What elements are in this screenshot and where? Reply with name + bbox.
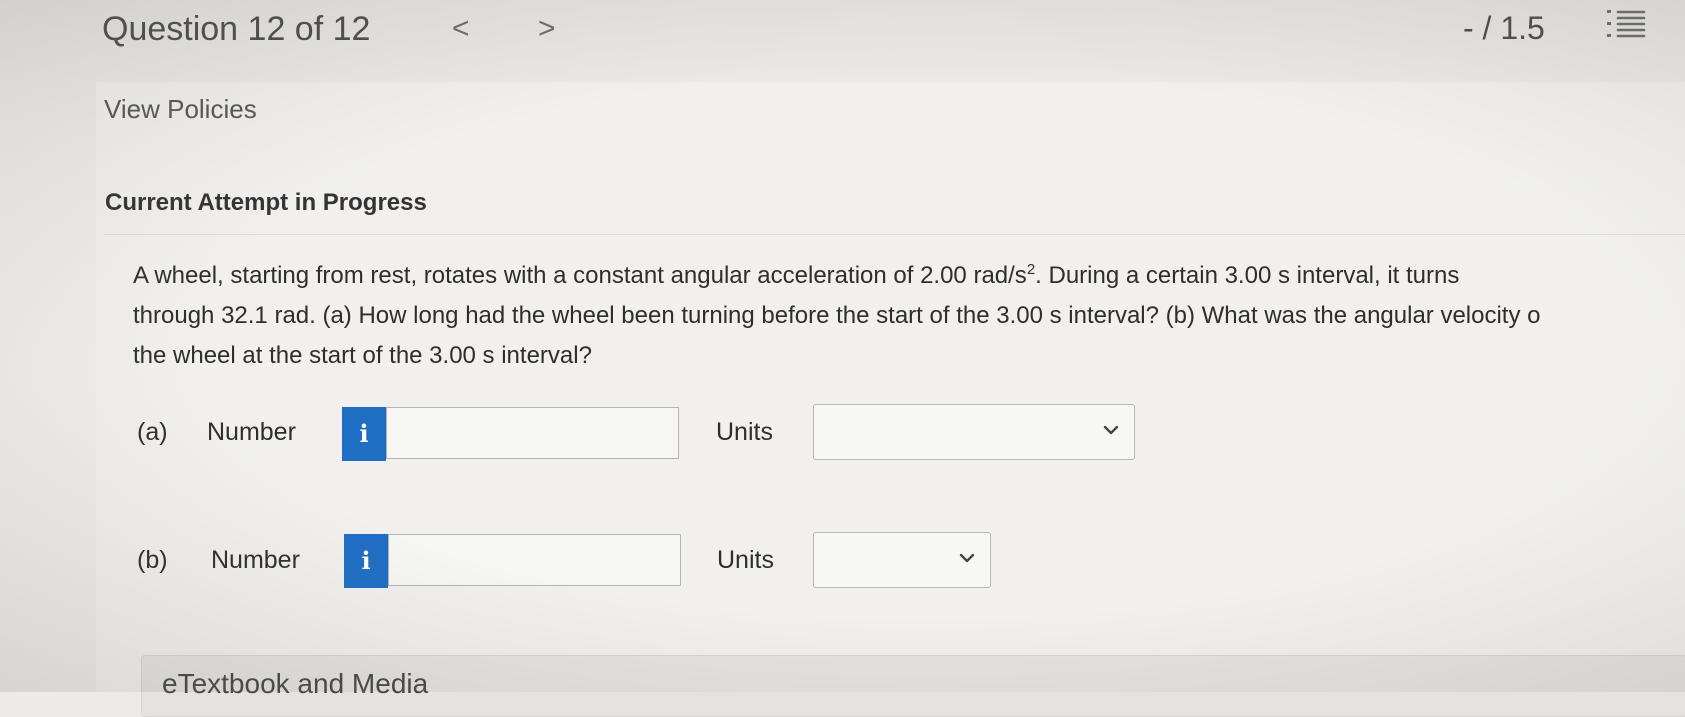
part-a-number-input[interactable] [386,407,679,459]
previous-question-button[interactable]: < [452,12,470,46]
part-b-label: (b) [137,546,168,574]
part-b-number-label: Number [211,546,300,574]
part-a-label: (a) [137,418,168,446]
part-b-info-button[interactable]: i [344,534,388,588]
part-a-number-label: Number [207,418,296,446]
part-a-units-label: Units [716,418,773,446]
question-line-1: A wheel, starting from rest, rotates wit… [133,256,1685,296]
part-b-units-select[interactable] [813,532,991,588]
score-display: - / 1.5 [1463,10,1545,46]
etextbook-label[interactable]: eTextbook and Media [162,668,428,700]
divider [104,234,1685,235]
question-panel [96,82,1685,692]
part-b-number-input[interactable] [388,534,681,586]
part-a-info-button[interactable]: i [342,407,386,461]
next-question-button[interactable]: > [538,12,556,46]
question-title: Question 12 of 12 [102,10,371,48]
question-line-3: the wheel at the start of the 3.00 s int… [133,342,592,369]
question-header: Question 12 of 12 < > - / 1.5 [0,0,1685,82]
numbered-list-icon[interactable] [1606,6,1648,42]
part-b-units-label: Units [717,546,774,574]
chevron-down-icon [1103,425,1119,435]
chevron-down-icon [959,553,975,563]
part-a-units-select[interactable] [813,404,1135,460]
superscript-exponent: 2 [1026,261,1036,278]
question-line-2: through 32.1 rad. (a) How long had the w… [133,302,1541,329]
attempt-heading: Current Attempt in Progress [105,189,427,216]
question-line-1-text: A wheel, starting from rest, rotates wit… [133,262,1027,289]
view-policies-link[interactable]: View Policies [104,94,257,125]
question-line-1-text-end: . During a certain 3.00 s interval, it t… [1035,262,1460,289]
question-text: A wheel, starting from rest, rotates wit… [133,256,1685,376]
